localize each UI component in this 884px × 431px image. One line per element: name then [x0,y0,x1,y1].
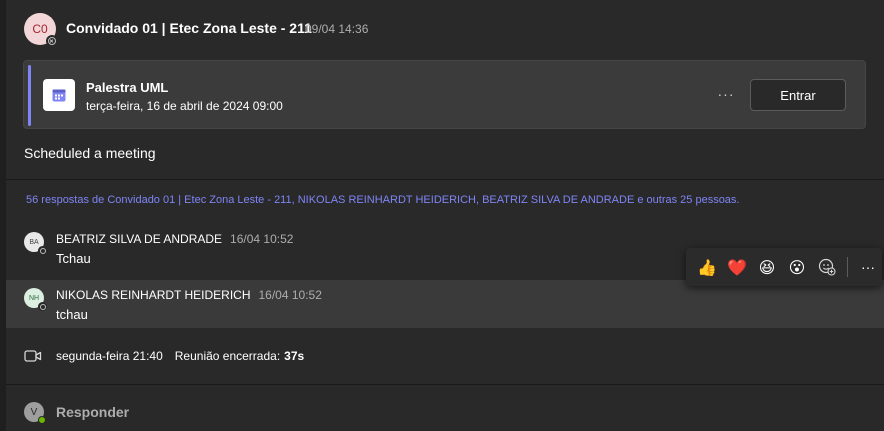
thumbs-up-icon[interactable]: 👍 [692,252,722,282]
meeting-ended-label: Reunião encerrada: [174,349,281,363]
meeting-ended-time: segunda-feira 21:40 [56,349,163,363]
presence-offline-icon [38,246,47,255]
post-author[interactable]: Convidado 01 | Etec Zona Leste - 211 [66,20,312,36]
post-message: Scheduled a meeting [24,145,156,161]
meeting-card[interactable]: Palestra UML terça-feira, 16 de abril de… [23,60,866,129]
reply-button[interactable]: Responder [56,404,129,420]
add-reaction-icon[interactable] [812,252,842,282]
presence-offline-icon [38,302,47,311]
reply-time: 16/04 10:52 [230,232,294,246]
divider [6,384,884,385]
divider [6,179,884,180]
reply-avatar-initials: NH [28,294,40,302]
calendar-icon [43,79,75,111]
replies-summary-link[interactable]: 56 respostas de Convidado 01 | Etec Zona… [26,194,739,206]
card-accent-bar [28,65,31,126]
reply-avatar[interactable]: NH [24,288,47,311]
reply-author-row: BEATRIZ SILVA DE ANDRADE 16/04 10:52 [56,232,293,246]
reaction-bar: 👍 ❤️ 😆 😮 ··· [686,248,882,286]
meeting-more-options-button[interactable]: ··· [714,83,738,105]
reply-author[interactable]: BEATRIZ SILVA DE ANDRADE [56,232,222,246]
current-user-avatar: V [24,402,46,424]
meeting-ended-row: segunda-feira 21:40 Reunião encerrada: 3… [24,347,304,365]
reply-author[interactable]: NIKOLAS REINHARDT HEIDERICH [56,288,250,302]
avatar-initials: C0 [32,22,48,36]
surprised-icon[interactable]: 😮 [782,252,812,282]
reply-time: 16/04 10:52 [258,288,322,302]
join-meeting-button[interactable]: Entrar [750,79,846,111]
laugh-icon[interactable]: 😆 [752,252,782,282]
meeting-title[interactable]: Palestra UML [86,80,168,95]
presence-offline-icon [46,35,58,47]
presence-available-icon [38,416,46,424]
current-user-initial: V [30,406,38,418]
meeting-duration: 37s [284,349,305,363]
meeting-datetime: terça-feira, 16 de abril de 2024 09:00 [86,99,283,113]
post-timestamp: 09/04 14:36 [305,22,369,36]
reply-avatar[interactable]: BA [24,232,47,255]
author-avatar[interactable]: C0 [24,13,58,47]
reply-item[interactable]: NH NIKOLAS REINHARDT HEIDERICH 16/04 10:5… [6,280,884,328]
reply-text: tchau [56,307,88,322]
reaction-bar-separator [847,257,848,277]
reply-avatar-initials: BA [29,238,39,246]
reply-author-row: NIKOLAS REINHARDT HEIDERICH 16/04 10:52 [56,288,322,302]
heart-icon[interactable]: ❤️ [722,252,752,282]
video-camera-icon [24,350,42,362]
message-more-options-button[interactable]: ··· [855,252,881,282]
reply-text: Tchau [56,251,91,266]
channel-post: C0 Convidado 01 | Etec Zona Leste - 211 … [6,0,884,431]
